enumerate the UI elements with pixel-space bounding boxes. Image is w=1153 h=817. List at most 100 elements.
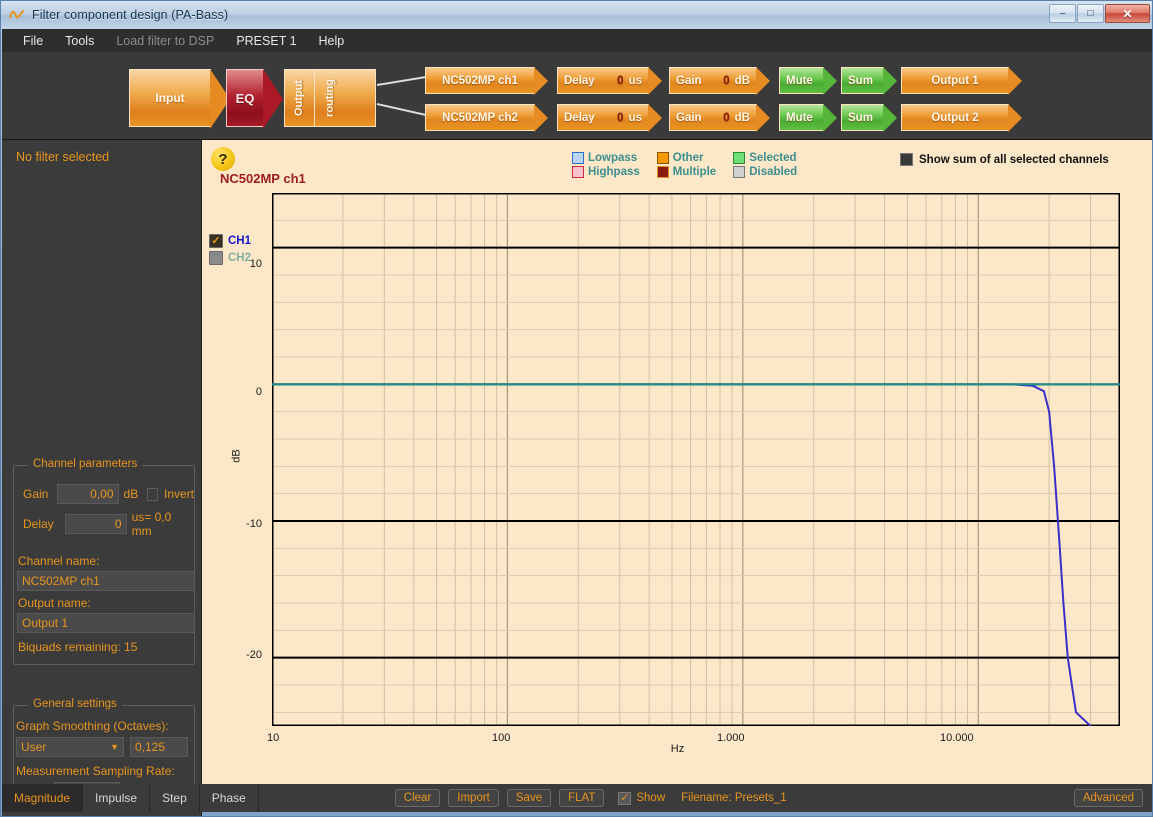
no-filter-selected-text: No filter selected <box>16 150 110 164</box>
flow-gain-1-value: 0 <box>723 74 730 87</box>
output-name-input[interactable] <box>17 613 195 633</box>
flow-sum-1-label: Sum <box>848 74 873 87</box>
gain-label: Gain <box>23 487 49 501</box>
ch1-label: CH1 <box>228 235 252 247</box>
ch1-checkbox[interactable]: ✓ <box>209 234 223 248</box>
channel-name-label: Channel name: <box>18 554 100 568</box>
minimize-button[interactable]: – <box>1049 4 1076 23</box>
flow-mute-2[interactable]: Mute <box>779 104 837 132</box>
menu-preset-1[interactable]: PRESET 1 <box>225 31 307 51</box>
tab-phase[interactable]: Phase <box>199 784 259 812</box>
y-axis-label: dB <box>230 449 243 463</box>
flow-gain-2[interactable]: Gain 0 dB <box>669 104 770 132</box>
delay-unit: us= 0,0 mm <box>131 510 172 538</box>
flow-gain-1[interactable]: Gain 0 dB <box>669 67 770 95</box>
flat-button[interactable]: FLAT <box>559 789 605 807</box>
flow-gain-2-unit: dB <box>734 111 750 124</box>
channel-parameters-title: Channel parameters <box>28 458 143 470</box>
show-sum-label: Show sum of all selected channels <box>919 153 1109 166</box>
disabled-swatch <box>733 166 746 178</box>
show-sum-checkbox[interactable] <box>900 153 913 166</box>
app-wave-icon <box>9 7 25 23</box>
flow-delay-1[interactable]: Delay 0 us <box>557 67 662 95</box>
delay-input[interactable] <box>64 514 127 534</box>
close-button[interactable]: ✕ <box>1105 4 1150 23</box>
channel-name-input[interactable] <box>17 571 195 591</box>
sampling-rate-label: Measurement Sampling Rate: <box>16 764 175 778</box>
flow-block-output-routing[interactable]: Output routing <box>284 69 376 127</box>
legend-label-lowpass: Lowpass <box>588 152 638 164</box>
show-checkbox[interactable]: ✓ <box>618 791 632 805</box>
menu-tools[interactable]: Tools <box>54 31 105 51</box>
flow-block-input[interactable]: Input <box>129 69 230 129</box>
channel-toggle-ch1[interactable]: ✓ CH1 <box>209 234 251 248</box>
menu-file[interactable]: File <box>12 31 54 51</box>
flow-sum-1[interactable]: Sum <box>841 67 897 95</box>
menu-bar: File Tools Load filter to DSP PRESET 1 H… <box>2 29 1152 52</box>
title-bar: Filter component design (PA-Bass) – □ ✕ <box>1 1 1152 29</box>
flow-delay-2[interactable]: Delay 0 us <box>557 104 662 132</box>
graph-title: NC502MP ch1 <box>220 171 306 186</box>
delay-label: Delay <box>23 517 54 531</box>
flow-mute-1[interactable]: Mute <box>779 67 837 95</box>
flow-output-2[interactable]: Output 2 <box>901 104 1022 132</box>
gain-input[interactable] <box>56 484 119 504</box>
lowpass-swatch <box>572 152 584 164</box>
flow-gain-1-label: Gain <box>676 74 702 87</box>
general-settings-title: General settings <box>28 698 122 710</box>
graph-smoothing-value-input[interactable] <box>130 737 188 757</box>
show-sum-checkbox-row[interactable]: Show sum of all selected channels <box>900 153 1109 166</box>
multiple-swatch <box>656 166 669 178</box>
window-controls: – □ ✕ <box>1049 4 1150 23</box>
flow-block-eq[interactable]: EQ <box>226 69 283 129</box>
flow-delay-2-label: Delay <box>564 111 595 124</box>
menu-help[interactable]: Help <box>308 31 356 51</box>
flow-gain-2-value: 0 <box>723 111 730 124</box>
other-swatch <box>656 152 669 164</box>
ytick--20: -20 <box>246 649 262 661</box>
ytick-10: 10 <box>249 258 262 270</box>
flow-mute-1-label: Mute <box>786 74 813 87</box>
magnitude-plot[interactable] <box>272 193 1120 726</box>
flow-delay-1-unit: us <box>628 74 642 87</box>
gain-unit: dB <box>123 487 139 501</box>
show-checkbox-row[interactable]: ✓ Show <box>618 791 665 805</box>
invert-label: Invert <box>163 487 194 501</box>
routing-label-col: Output <box>285 70 315 126</box>
application-window: Filter component design (PA-Bass) – □ ✕ … <box>0 0 1153 817</box>
graph-panel: ? NC502MP ch1 Lowpass Highpass Other Mul… <box>202 140 1152 784</box>
flow-output-1-label: Output 1 <box>931 74 979 87</box>
advanced-button[interactable]: Advanced <box>1073 789 1143 807</box>
import-button[interactable]: Import <box>448 789 499 807</box>
clear-button[interactable]: Clear <box>394 789 441 807</box>
highpass-swatch <box>572 166 584 178</box>
legend-col-1: Lowpass Highpass <box>572 152 640 178</box>
flow-routing-label-1: Output <box>293 79 306 117</box>
ytick-0: 0 <box>255 386 262 398</box>
flow-sum-2[interactable]: Sum <box>841 104 897 132</box>
selected-swatch <box>733 152 746 164</box>
legend-item-highpass: Highpass <box>572 166 640 178</box>
flow-routing-label-2: routing <box>324 79 337 117</box>
biquads-remaining-text: Biquads remaining: 15 <box>18 640 138 654</box>
help-icon[interactable]: ? <box>211 147 235 171</box>
flow-channel-2-label: NC502MP ch2 <box>442 111 518 124</box>
flow-sum-2-label: Sum <box>848 111 873 124</box>
flow-channel-2[interactable]: NC502MP ch2 <box>425 104 548 132</box>
flow-channel-1[interactable]: NC502MP ch1 <box>425 67 548 95</box>
tab-magnitude[interactable]: Magnitude <box>2 784 84 812</box>
x-axis-label: Hz <box>670 743 685 755</box>
left-sidebar: No filter selected Channel parameters Ga… <box>2 140 202 816</box>
invert-checkbox[interactable] <box>147 487 158 501</box>
flow-output-1[interactable]: Output 1 <box>901 67 1022 95</box>
ytick--10: -10 <box>246 518 262 530</box>
graph-smoothing-selected: User <box>21 740 47 754</box>
save-button[interactable]: Save <box>506 789 552 807</box>
maximize-button[interactable]: □ <box>1077 4 1104 23</box>
legend-label-disabled: Disabled <box>749 166 798 178</box>
flow-input-label: Input <box>155 91 185 105</box>
flow-delay-1-value: 0 <box>617 74 624 87</box>
graph-smoothing-select[interactable]: User ▼ <box>16 737 124 757</box>
tab-step[interactable]: Step <box>150 784 200 812</box>
tab-impulse[interactable]: Impulse <box>83 784 151 812</box>
